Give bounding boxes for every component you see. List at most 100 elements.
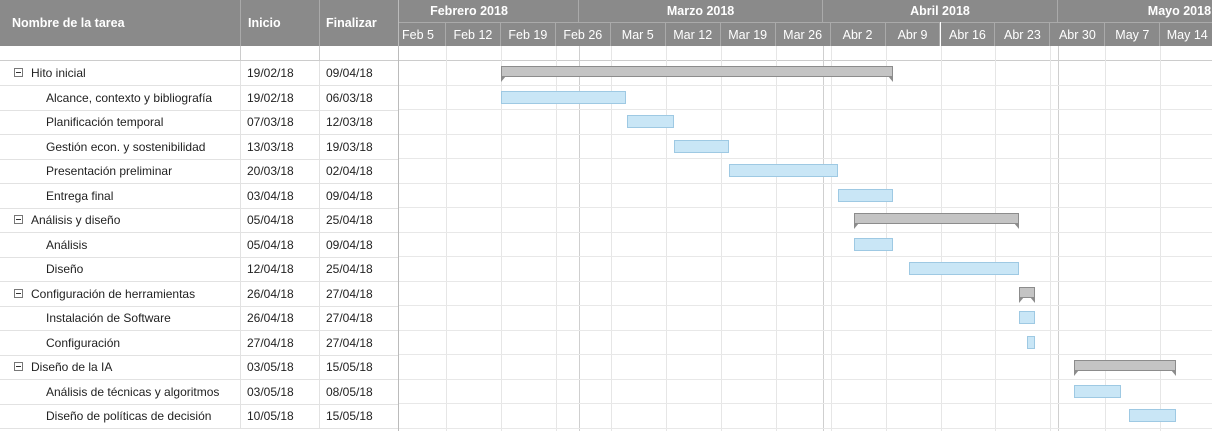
task-bar[interactable]: [673, 139, 729, 153]
task-start-date[interactable]: 03/04/18: [247, 184, 317, 208]
week-header: Abr 16: [940, 22, 996, 46]
col-header-name[interactable]: Nombre de la tarea: [12, 16, 125, 30]
collapse-toggle-icon[interactable]: [14, 215, 23, 224]
task-row[interactable]: Diseño de políticas de decisión 10/05/18 1…: [0, 404, 398, 429]
task-row[interactable]: Análisis de técnicas y algoritmos 03/05/1…: [0, 379, 398, 405]
task-start-date[interactable]: 10/05/18: [247, 404, 317, 428]
task-start-date[interactable]: 07/03/18: [247, 110, 317, 134]
task-end-date[interactable]: 15/05/18: [326, 404, 394, 428]
month-header: Mayo 2018: [1058, 0, 1212, 22]
task-bar[interactable]: [500, 90, 627, 104]
task-end-date[interactable]: 15/05/18: [326, 355, 394, 379]
collapse-toggle-icon[interactable]: [14, 362, 23, 371]
task-name[interactable]: Análisis de técnicas y algoritmos: [46, 380, 236, 404]
collapse-toggle-icon[interactable]: [14, 288, 23, 298]
week-header: Feb 19: [500, 22, 556, 46]
task-end-date[interactable]: 27/04/18: [326, 331, 394, 355]
summary-bar[interactable]: [500, 66, 894, 82]
task-start-date[interactable]: 19/02/18: [247, 86, 317, 110]
task-end-date[interactable]: 25/04/18: [326, 257, 394, 281]
week-header: May 7: [1105, 22, 1161, 46]
col-divider[interactable]: [240, 0, 241, 46]
task-end-date[interactable]: 09/04/18: [326, 184, 394, 208]
task-start-date[interactable]: 05/04/18: [247, 208, 317, 232]
task-end-date[interactable]: 02/04/18: [326, 159, 394, 183]
task-name[interactable]: Instalación de Software: [46, 306, 236, 330]
task-start-date[interactable]: 26/04/18: [247, 282, 317, 306]
task-name[interactable]: Hito inicial: [31, 61, 236, 85]
task-bar[interactable]: [1128, 409, 1176, 422]
task-start-date[interactable]: 20/03/18: [247, 159, 317, 183]
week-header: Feb 5: [399, 22, 446, 46]
summary-bar[interactable]: [1019, 286, 1035, 303]
task-start-date[interactable]: 27/04/18: [247, 331, 317, 355]
grid-subheader: [0, 46, 398, 61]
task-start-date[interactable]: 13/03/18: [247, 135, 317, 159]
task-name[interactable]: Entrega final: [46, 184, 236, 208]
summary-task-row[interactable]: Hito inicial 19/02/18 09/04/18: [0, 61, 398, 86]
summary-task-row[interactable]: Análisis y diseño 05/04/18 25/04/18: [0, 208, 398, 233]
task-name[interactable]: Diseño de políticas de decisión: [46, 404, 236, 428]
task-name[interactable]: Presentación preliminar: [46, 159, 236, 183]
week-header: Feb 26: [555, 22, 611, 46]
task-row[interactable]: Gestión econ. y sostenibilidad 13/03/18 19…: [0, 134, 398, 160]
summary-bar[interactable]: [854, 213, 1019, 229]
week-header: Abr 9: [885, 22, 941, 46]
task-name[interactable]: Diseño de la IA: [31, 355, 236, 379]
task-end-date[interactable]: 08/05/18: [326, 380, 394, 404]
task-start-date[interactable]: 19/02/18: [247, 61, 317, 85]
task-end-date[interactable]: 12/03/18: [326, 110, 394, 134]
week-header: May 14: [1160, 22, 1212, 46]
col-header-end[interactable]: Finalizar: [326, 16, 377, 30]
task-start-date[interactable]: 12/04/18: [247, 257, 317, 281]
summary-task-row[interactable]: Diseño de la IA 03/05/18 15/05/18: [0, 355, 398, 380]
task-name[interactable]: Diseño: [46, 257, 236, 281]
task-row[interactable]: Planificación temporal 07/03/18 12/03/18: [0, 110, 398, 135]
summary-bar[interactable]: [1073, 360, 1177, 376]
task-start-date[interactable]: 03/05/18: [247, 355, 317, 379]
collapse-toggle-icon[interactable]: [14, 68, 23, 77]
week-header: Abr 23: [995, 22, 1051, 46]
task-row[interactable]: Configuración 27/04/18 27/04/18: [0, 330, 398, 356]
month-header: Febrero 2018: [399, 0, 580, 22]
task-end-date[interactable]: 19/03/18: [326, 135, 394, 159]
task-bar[interactable]: [1073, 384, 1122, 398]
task-row[interactable]: Análisis 05/04/18 09/04/18: [0, 232, 398, 258]
task-start-date[interactable]: 26/04/18: [247, 306, 317, 330]
week-header: Feb 12: [445, 22, 501, 46]
col-header-start[interactable]: Inicio: [248, 16, 281, 30]
task-bar[interactable]: [1019, 311, 1035, 324]
task-name[interactable]: Alcance, contexto y bibliografía: [46, 86, 236, 110]
task-name[interactable]: Análisis y diseño: [31, 208, 236, 232]
task-end-date[interactable]: 27/04/18: [326, 282, 394, 306]
week-header: Mar 5: [610, 22, 666, 46]
task-bar[interactable]: [838, 188, 894, 202]
task-row[interactable]: Diseño 12/04/18 25/04/18: [0, 257, 398, 282]
task-end-date[interactable]: 27/04/18: [326, 306, 394, 330]
task-end-date[interactable]: 09/04/18: [326, 233, 394, 257]
task-start-date[interactable]: 05/04/18: [247, 233, 317, 257]
task-bar[interactable]: [626, 115, 674, 128]
task-row[interactable]: Presentación preliminar 20/03/18 02/04/18: [0, 159, 398, 184]
task-end-date[interactable]: 25/04/18: [326, 208, 394, 232]
col-divider[interactable]: [319, 0, 320, 46]
task-end-date[interactable]: 09/04/18: [326, 61, 394, 85]
week-header: Mar 26: [775, 22, 831, 46]
task-start-date[interactable]: 03/05/18: [247, 380, 317, 404]
week-header: Abr 2: [830, 22, 886, 46]
summary-task-row[interactable]: Configuración de herramientas 26/04/18 27/…: [0, 281, 398, 307]
task-row[interactable]: Entrega final 03/04/18 09/04/18: [0, 183, 398, 209]
task-bar[interactable]: [909, 262, 1019, 275]
task-bar[interactable]: [728, 164, 839, 177]
task-name[interactable]: Configuración de herramientas: [31, 282, 236, 306]
task-bar[interactable]: [854, 237, 894, 251]
week-header: Mar 19: [720, 22, 776, 46]
task-name[interactable]: Configuración: [46, 331, 236, 355]
task-bar[interactable]: [1026, 335, 1035, 349]
task-name[interactable]: Planificación temporal: [46, 110, 236, 134]
task-name[interactable]: Gestión econ. y sostenibilidad: [46, 135, 236, 159]
task-name[interactable]: Análisis: [46, 233, 236, 257]
task-end-date[interactable]: 06/03/18: [326, 86, 394, 110]
task-row[interactable]: Alcance, contexto y bibliografía 19/02/18…: [0, 85, 398, 111]
task-row[interactable]: Instalación de Software 26/04/18 27/04/18: [0, 306, 398, 331]
